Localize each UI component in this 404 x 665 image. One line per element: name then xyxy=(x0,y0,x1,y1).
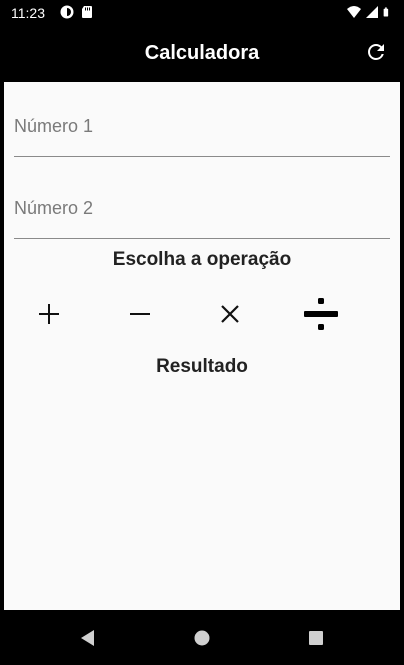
app-title: Calculadora xyxy=(144,42,260,64)
choose-operation-label: Escolha a operação xyxy=(112,249,292,270)
minus-icon xyxy=(130,313,150,315)
refresh-button[interactable] xyxy=(364,40,388,64)
data-saver-icon xyxy=(60,5,74,19)
wifi-icon xyxy=(347,6,361,18)
signal-icon xyxy=(366,6,378,18)
number2-field-container xyxy=(14,178,390,239)
back-button[interactable] xyxy=(76,626,100,650)
subtract-button[interactable] xyxy=(116,292,164,336)
result-label: Resultado xyxy=(156,356,248,377)
recents-button[interactable] xyxy=(304,626,328,650)
status-time: 11:23 xyxy=(11,5,45,21)
add-button[interactable] xyxy=(25,292,73,336)
divide-button[interactable] xyxy=(297,292,345,336)
phone-screen: 11:23 Calculadora Número 1 Número 2 Esco… xyxy=(0,0,404,665)
divide-icon xyxy=(304,298,338,330)
operation-buttons xyxy=(4,292,400,336)
home-icon xyxy=(194,630,210,646)
sd-card-icon xyxy=(82,6,92,18)
status-right-icons xyxy=(347,5,392,19)
battery-icon xyxy=(383,7,389,17)
refresh-icon xyxy=(368,44,384,60)
plus-icon xyxy=(39,304,59,324)
home-button[interactable] xyxy=(190,626,214,650)
times-icon xyxy=(221,305,239,323)
number2-input[interactable] xyxy=(14,178,390,238)
app-bar: Calculadora xyxy=(0,26,404,82)
status-bar: 11:23 xyxy=(0,0,404,26)
recents-icon xyxy=(309,631,323,645)
multiply-button[interactable] xyxy=(206,292,254,336)
calculator-content: Escolha a operação xyxy=(4,82,400,610)
number1-field-container xyxy=(14,96,390,157)
navigation-bar xyxy=(0,610,404,665)
status-left-icons xyxy=(60,5,94,19)
back-icon xyxy=(81,630,94,646)
number1-input[interactable] xyxy=(14,96,390,156)
